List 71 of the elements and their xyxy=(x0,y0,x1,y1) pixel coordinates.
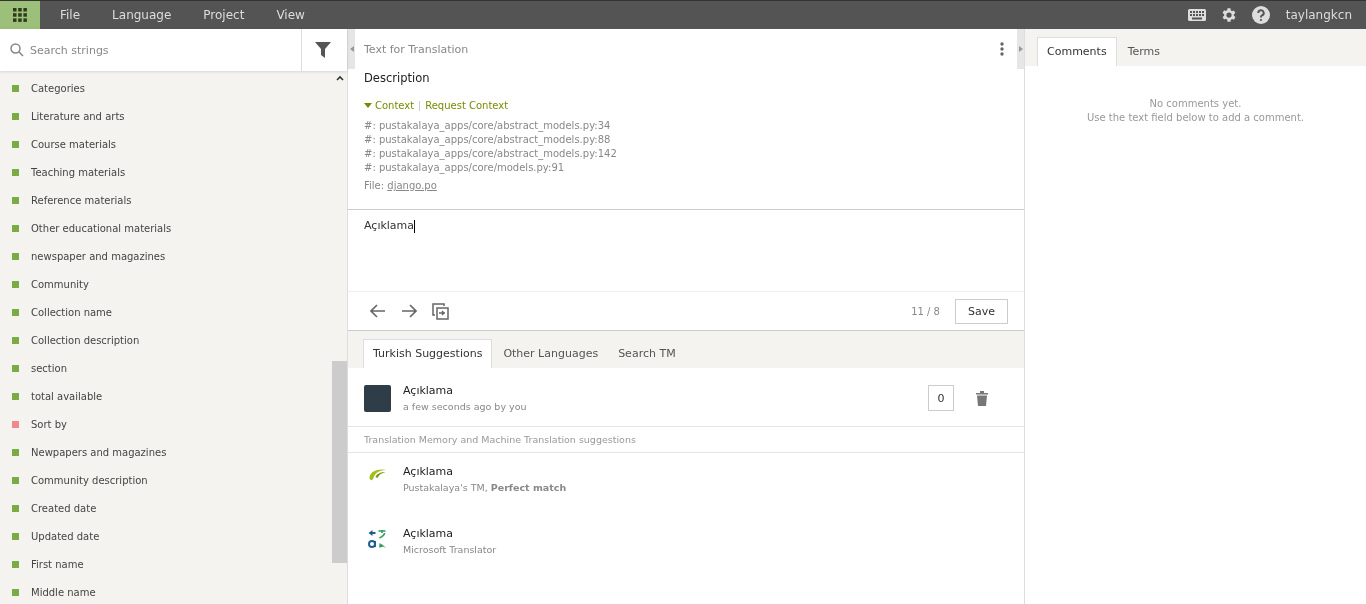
help-icon[interactable] xyxy=(1251,6,1270,24)
string-list-item[interactable]: Collection name xyxy=(0,298,332,326)
file-label: File: xyxy=(364,180,385,191)
string-list-item[interactable]: Sort by xyxy=(0,410,332,438)
scroll-up-icon[interactable] xyxy=(335,75,344,81)
side-tab[interactable]: Terms xyxy=(1118,38,1170,66)
suggestion-source: Pustakalaya's TM, Perfect match xyxy=(403,482,567,493)
collapse-handle[interactable] xyxy=(348,29,355,69)
filter-icon xyxy=(314,42,331,58)
string-list-item[interactable]: Created date xyxy=(0,494,332,522)
string-list-item[interactable]: Updated date xyxy=(0,522,332,550)
string-list-item[interactable]: Course materials xyxy=(0,130,332,158)
string-list-item[interactable]: total available xyxy=(0,382,332,410)
apps-menu-button[interactable] xyxy=(0,1,40,29)
caret-down-icon xyxy=(364,103,372,108)
keyboard-icon[interactable] xyxy=(1187,9,1206,21)
request-context-link[interactable]: Request Context xyxy=(425,100,509,111)
menu-item[interactable]: File xyxy=(48,1,93,29)
search-field[interactable]: Search strings xyxy=(0,29,301,71)
suggestion-text: Açıklama xyxy=(403,384,455,397)
string-list-item[interactable]: Reference materials xyxy=(0,186,332,214)
section-heading: Translation Memory and Machine Translation suggestions xyxy=(348,427,1024,453)
caret-right-icon xyxy=(1018,46,1023,52)
string-list-item[interactable]: Literature and arts xyxy=(0,102,332,130)
source-reference: #: pustakalaya_apps/core/models.py:91 xyxy=(364,161,566,175)
trash-icon[interactable] xyxy=(976,390,988,406)
user-menu[interactable]: taylangkcn xyxy=(1285,8,1352,22)
suggestion-tab[interactable]: Other Languages xyxy=(494,340,608,368)
string-list-item[interactable]: Community xyxy=(0,270,332,298)
source-text: Description xyxy=(364,71,431,85)
empty-message: No comments yet. xyxy=(1148,97,1243,111)
side-tab[interactable]: Comments xyxy=(1037,37,1117,66)
save-button[interactable]: Save xyxy=(955,298,1008,324)
arrow-left-icon[interactable] xyxy=(370,304,386,318)
suggestion-text: Açıklama xyxy=(403,465,455,478)
empty-message: Use the text field below to add a comment. xyxy=(1085,111,1306,125)
copy-icon[interactable] xyxy=(432,302,449,320)
suggestion-tab[interactable]: Search TM xyxy=(609,340,685,368)
translation-editor[interactable]: Açıklama xyxy=(348,210,1024,292)
suggestion-text: Açıklama xyxy=(403,527,455,540)
vote-count: 0 xyxy=(928,385,954,411)
file-link[interactable]: django.po xyxy=(387,180,437,191)
context-toggle[interactable]: Context xyxy=(364,100,415,111)
more-options-icon[interactable] xyxy=(1000,42,1004,56)
string-list-item[interactable]: First name xyxy=(0,550,332,578)
scrollbar-thumb[interactable] xyxy=(332,361,347,563)
string-list-item[interactable]: Middle name xyxy=(0,578,332,604)
source-reference: #: pustakalaya_apps/core/abstract_models.py:142 xyxy=(364,147,618,161)
source-reference: #: pustakalaya_apps/core/abstract_models.py:88 xyxy=(364,133,612,147)
string-list-item[interactable]: Teaching materials xyxy=(0,158,332,186)
grid-icon xyxy=(13,8,27,22)
suggestion-tab[interactable]: Turkish Suggestions xyxy=(363,339,493,368)
arrow-right-icon[interactable] xyxy=(401,304,417,318)
suggestion-source: Microsoft Translator xyxy=(403,544,497,555)
character-counter: 11 / 8 xyxy=(911,305,940,317)
string-list-item[interactable]: Community description xyxy=(0,466,332,494)
filter-button[interactable] xyxy=(301,29,347,71)
string-list-item[interactable]: Collection description xyxy=(0,326,332,354)
string-list-item[interactable]: Categories xyxy=(0,74,332,102)
suggestion-meta: a few seconds ago by you xyxy=(403,401,527,412)
menu-item[interactable]: Language xyxy=(100,1,184,29)
panel-heading: Text for Translation xyxy=(364,42,469,56)
string-list-item[interactable]: Newpapers and magazines xyxy=(0,438,332,466)
source-reference: #: pustakalaya_apps/core/abstract_models.py:34 xyxy=(364,119,612,133)
string-list-item[interactable]: section xyxy=(0,354,332,382)
collapse-handle[interactable] xyxy=(1017,29,1024,69)
avatar xyxy=(364,384,391,412)
menu-item[interactable]: Project xyxy=(191,1,257,29)
string-list-item[interactable]: Other educational materials xyxy=(0,214,332,242)
menu-item[interactable]: View xyxy=(264,1,317,29)
string-list-item[interactable]: newspaper and magazines xyxy=(0,242,332,270)
